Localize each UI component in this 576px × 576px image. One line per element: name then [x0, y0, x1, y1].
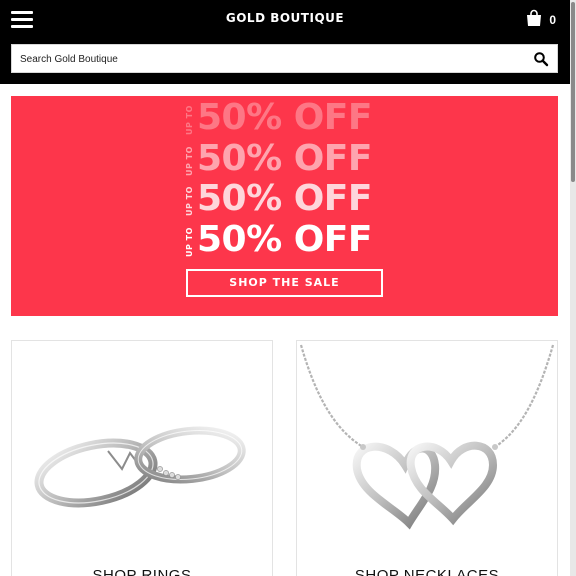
search-bar	[0, 38, 570, 84]
site-header: GOLD BOUTIQUE 0	[0, 0, 570, 38]
promo-line: UP TO 50% OFF	[185, 220, 395, 260]
search-box	[11, 44, 558, 73]
promo-text: 50% OFF	[197, 178, 373, 219]
silver-rings-image	[34, 426, 246, 508]
scrollbar-thumb[interactable]	[571, 2, 575, 182]
promo-line: UP TO 50% OFF	[185, 139, 395, 179]
cart-button[interactable]: 0	[525, 9, 556, 27]
heart-necklace-image	[299, 344, 555, 530]
shop-necklaces-label[interactable]: SHOP NECKLACES	[297, 567, 557, 576]
promo-prefix: UP TO	[185, 227, 194, 257]
shop-the-sale-button[interactable]: SHOP THE SALE	[186, 269, 383, 297]
sale-banner[interactable]: UP TO 50% OFF UP TO 50% OFF UP TO 50% OF…	[11, 96, 558, 316]
search-input[interactable]	[20, 51, 500, 67]
promo-text: 50% OFF	[197, 219, 373, 260]
promo-line: UP TO 50% OFF	[185, 98, 395, 138]
cart-count: 0	[549, 13, 556, 27]
promo-line: UP TO 50% OFF	[185, 179, 395, 219]
promo-text: 50% OFF	[197, 138, 373, 179]
shop-rings-label[interactable]: SHOP RINGS	[12, 567, 272, 576]
search-icon[interactable]	[533, 51, 549, 67]
page-scrollbar[interactable]	[570, 0, 576, 576]
promo-prefix: UP TO	[185, 186, 194, 216]
shopping-bag-icon	[527, 9, 542, 26]
promo-prefix: UP TO	[185, 105, 194, 135]
brand-logo[interactable]: GOLD BOUTIQUE	[0, 11, 570, 25]
promo-text: 50% OFF	[197, 97, 373, 138]
promo-prefix: UP TO	[185, 146, 194, 176]
category-card-necklaces[interactable]: SHOP NECKLACES	[296, 340, 558, 576]
category-card-rings[interactable]: SHOP RINGS	[11, 340, 273, 576]
